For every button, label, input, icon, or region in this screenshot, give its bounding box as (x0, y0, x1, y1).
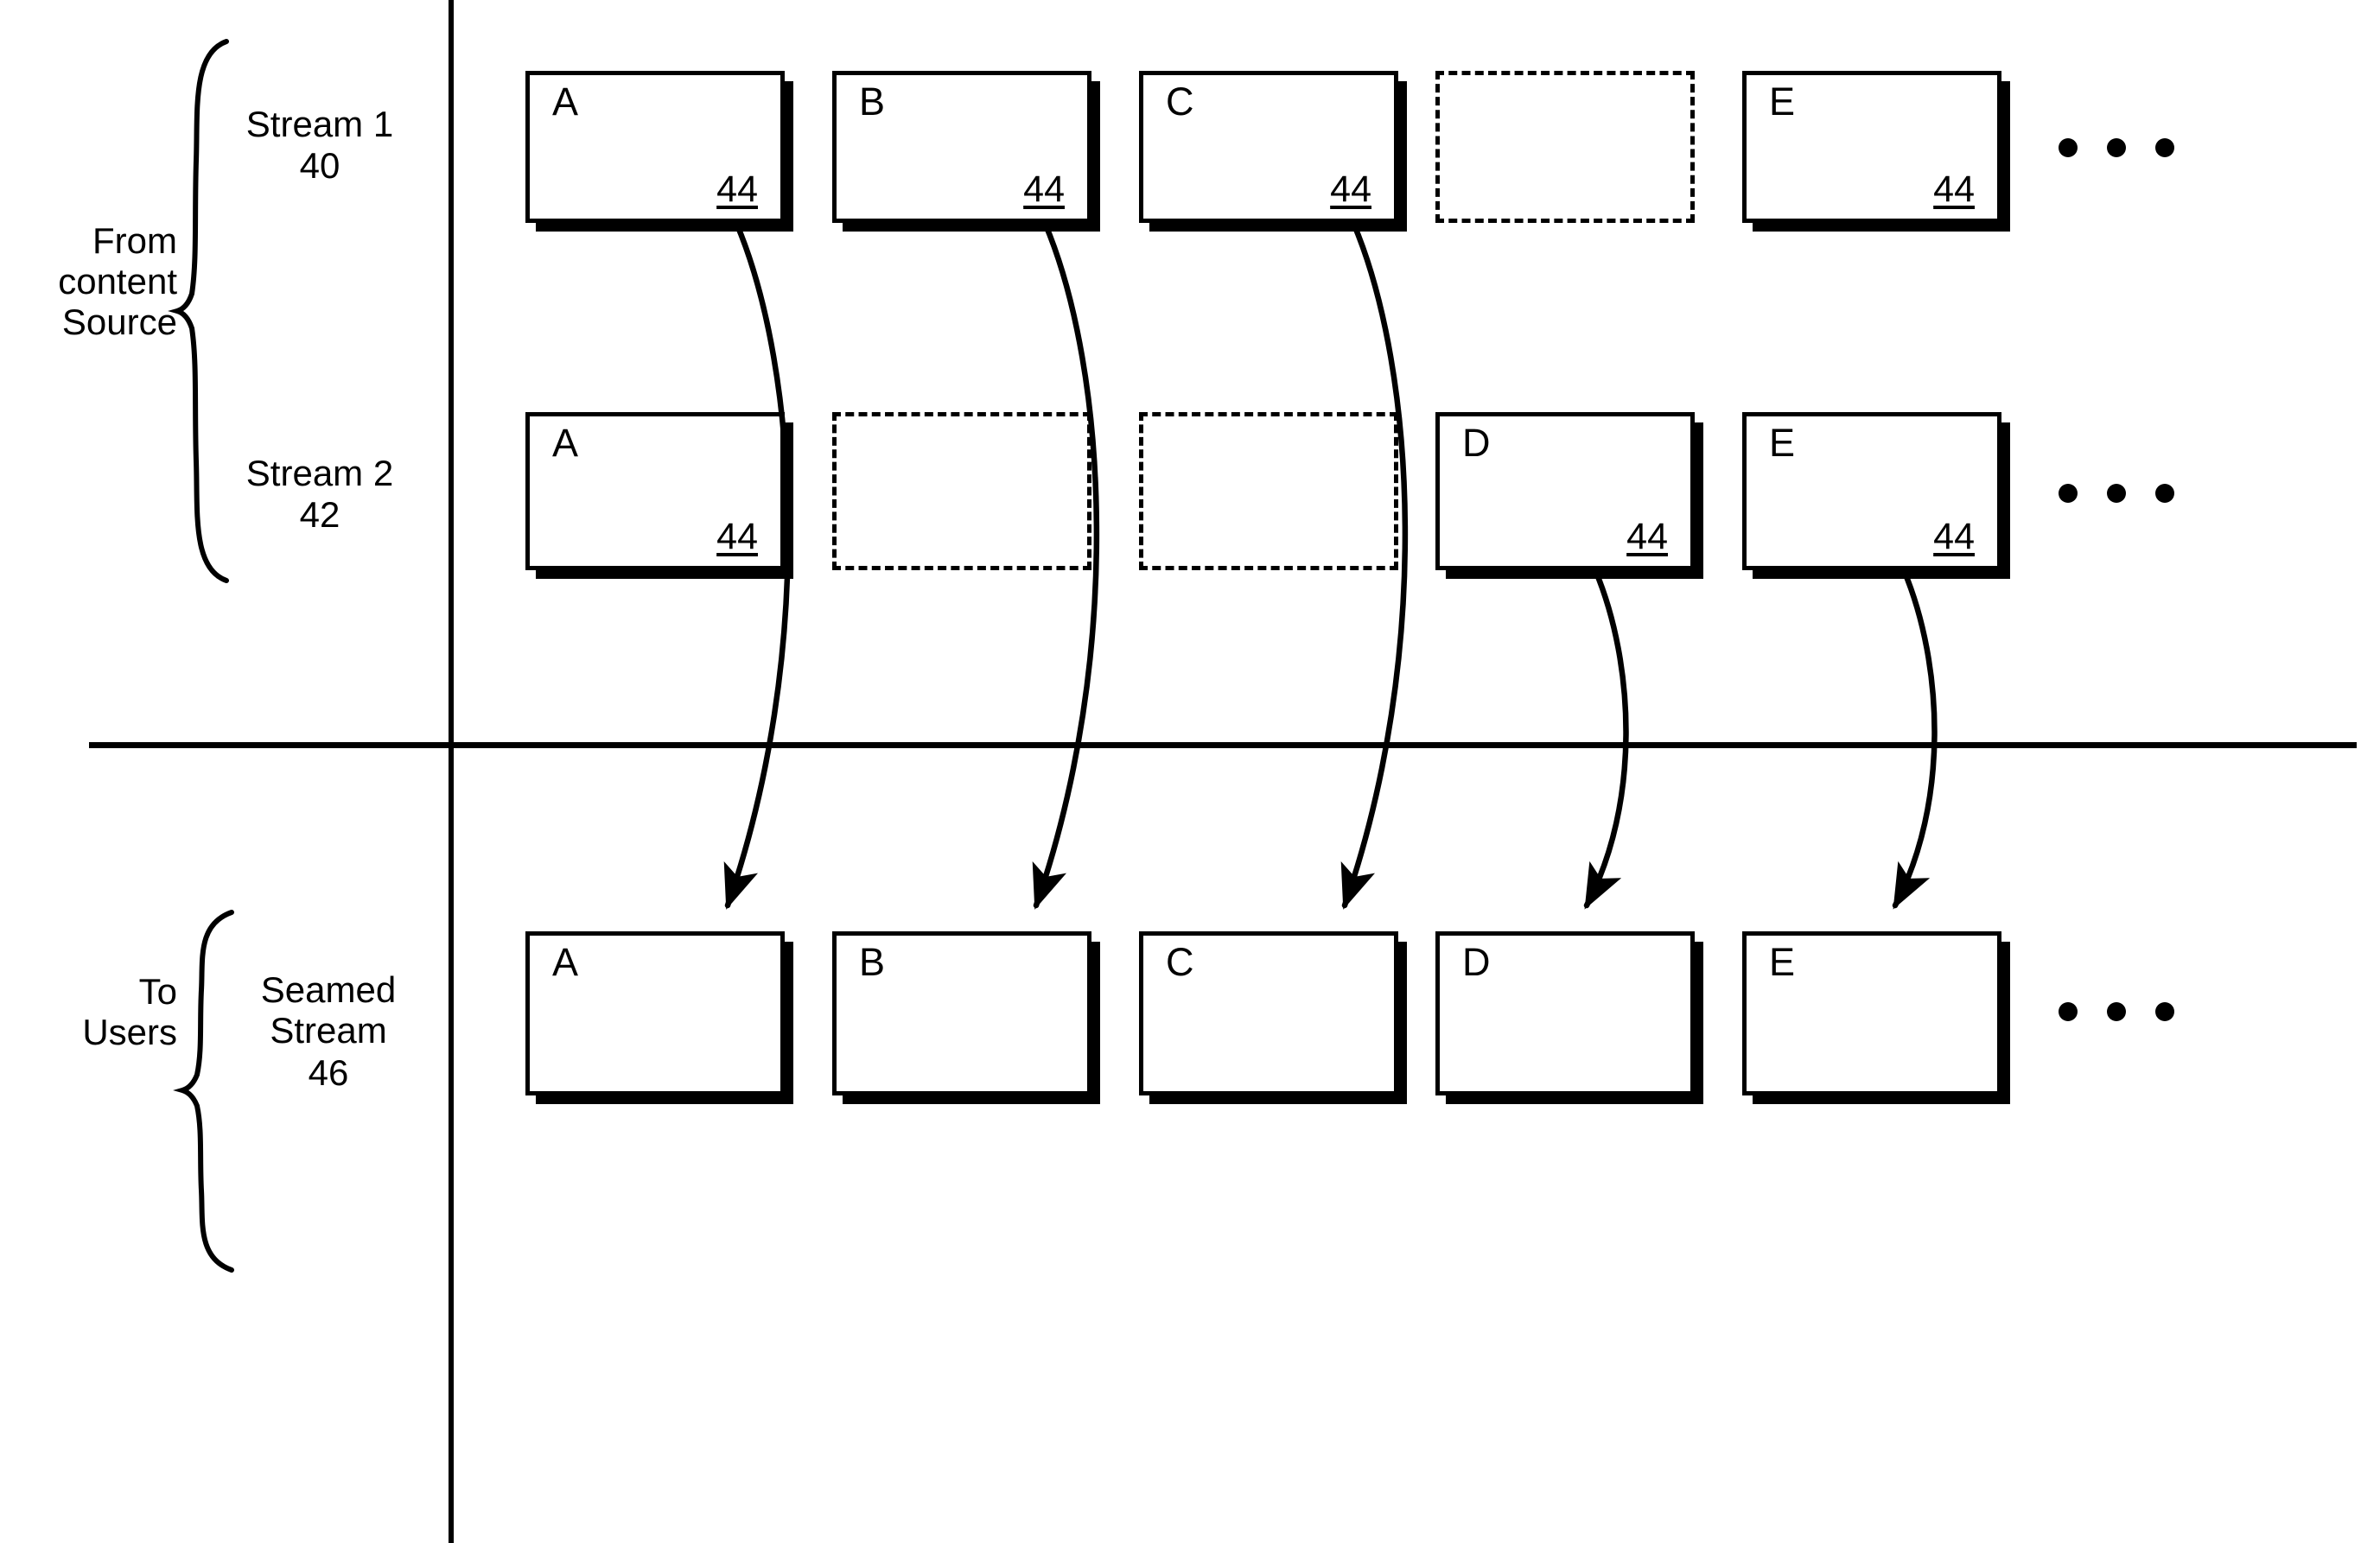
frame-stream2-missing-2[interactable] (1139, 412, 1398, 570)
row-ref-stream-2: 42 (299, 494, 340, 535)
dot-icon (2059, 138, 2078, 157)
ellipsis-stream-1 (2059, 138, 2174, 157)
frame-seamed-e[interactable]: E (1742, 931, 2001, 1095)
frame-letter: B (859, 79, 886, 124)
frame-seamed-d[interactable]: D (1435, 931, 1695, 1095)
ellipsis-seamed-stream (2059, 1002, 2174, 1021)
dot-icon (2059, 484, 2078, 503)
brace-from-content-source (168, 39, 229, 583)
label-to-users: To Users (82, 971, 177, 1053)
vector-overlay (168, 39, 1938, 1273)
row-label-stream-1: Stream 1 (245, 104, 394, 144)
frame-letter: E (1769, 940, 1796, 984)
frame-letter: C (1166, 79, 1194, 124)
frame-stream1-e[interactable]: E 44 (1742, 71, 2001, 223)
frame-letter: D (1462, 421, 1491, 465)
frame-seamed-c[interactable]: C (1139, 931, 1398, 1095)
dot-icon (2107, 484, 2126, 503)
frame-stream1-missing[interactable] (1435, 71, 1695, 223)
frame-stream2-d[interactable]: D 44 (1435, 412, 1695, 570)
frame-letter: C (1166, 940, 1194, 984)
frame-ref: 44 (1626, 516, 1668, 557)
frame-ref: 44 (716, 168, 758, 210)
frame-stream2-e[interactable]: E 44 (1742, 412, 2001, 570)
frame-letter: E (1769, 79, 1796, 124)
dot-icon (2155, 484, 2174, 503)
frame-ref: 44 (716, 516, 758, 557)
row-label-stream-2: Stream 2 (245, 453, 394, 493)
dot-icon (2107, 138, 2126, 157)
frame-stream1-c[interactable]: C 44 (1139, 71, 1398, 223)
frame-letter: A (552, 421, 579, 465)
label-from-content-source: From content Source (58, 220, 177, 343)
flow-arrow-stream2-e-to-seamed-e (1892, 567, 1938, 910)
dot-icon (2155, 1002, 2174, 1021)
frame-letter: A (552, 79, 579, 124)
dot-icon (2059, 1002, 2078, 1021)
vertical-axis-line (449, 0, 454, 1543)
frame-letter: D (1462, 940, 1491, 984)
row-ref-stream-1: 40 (299, 145, 340, 186)
frame-stream2-a[interactable]: A 44 (525, 412, 785, 570)
row-label-seamed-stream: Seamed Stream (260, 969, 397, 1051)
brace-to-users (173, 910, 234, 1273)
frame-stream1-b[interactable]: B 44 (832, 71, 1091, 223)
flow-arrow-stream2-d-to-seamed-d (1583, 567, 1629, 910)
horizontal-divider-line (89, 742, 2357, 748)
frame-stream1-a[interactable]: A 44 (525, 71, 785, 223)
frame-letter: E (1769, 421, 1796, 465)
frame-seamed-a[interactable]: A (525, 931, 785, 1095)
frame-ref: 44 (1330, 168, 1371, 210)
ellipsis-stream-2 (2059, 484, 2174, 503)
row-ref-seamed-stream: 46 (308, 1052, 349, 1093)
frame-letter: A (552, 940, 579, 984)
frame-ref: 44 (1023, 168, 1065, 210)
frame-stream2-missing-1[interactable] (832, 412, 1091, 570)
frame-ref: 44 (1933, 516, 1975, 557)
dot-icon (2155, 138, 2174, 157)
frame-letter: B (859, 940, 886, 984)
frame-ref: 44 (1933, 168, 1975, 210)
frame-seamed-b[interactable]: B (832, 931, 1091, 1095)
dot-icon (2107, 1002, 2126, 1021)
figure-canvas: From content Source To Users Stream 1 40… (0, 0, 2380, 1543)
